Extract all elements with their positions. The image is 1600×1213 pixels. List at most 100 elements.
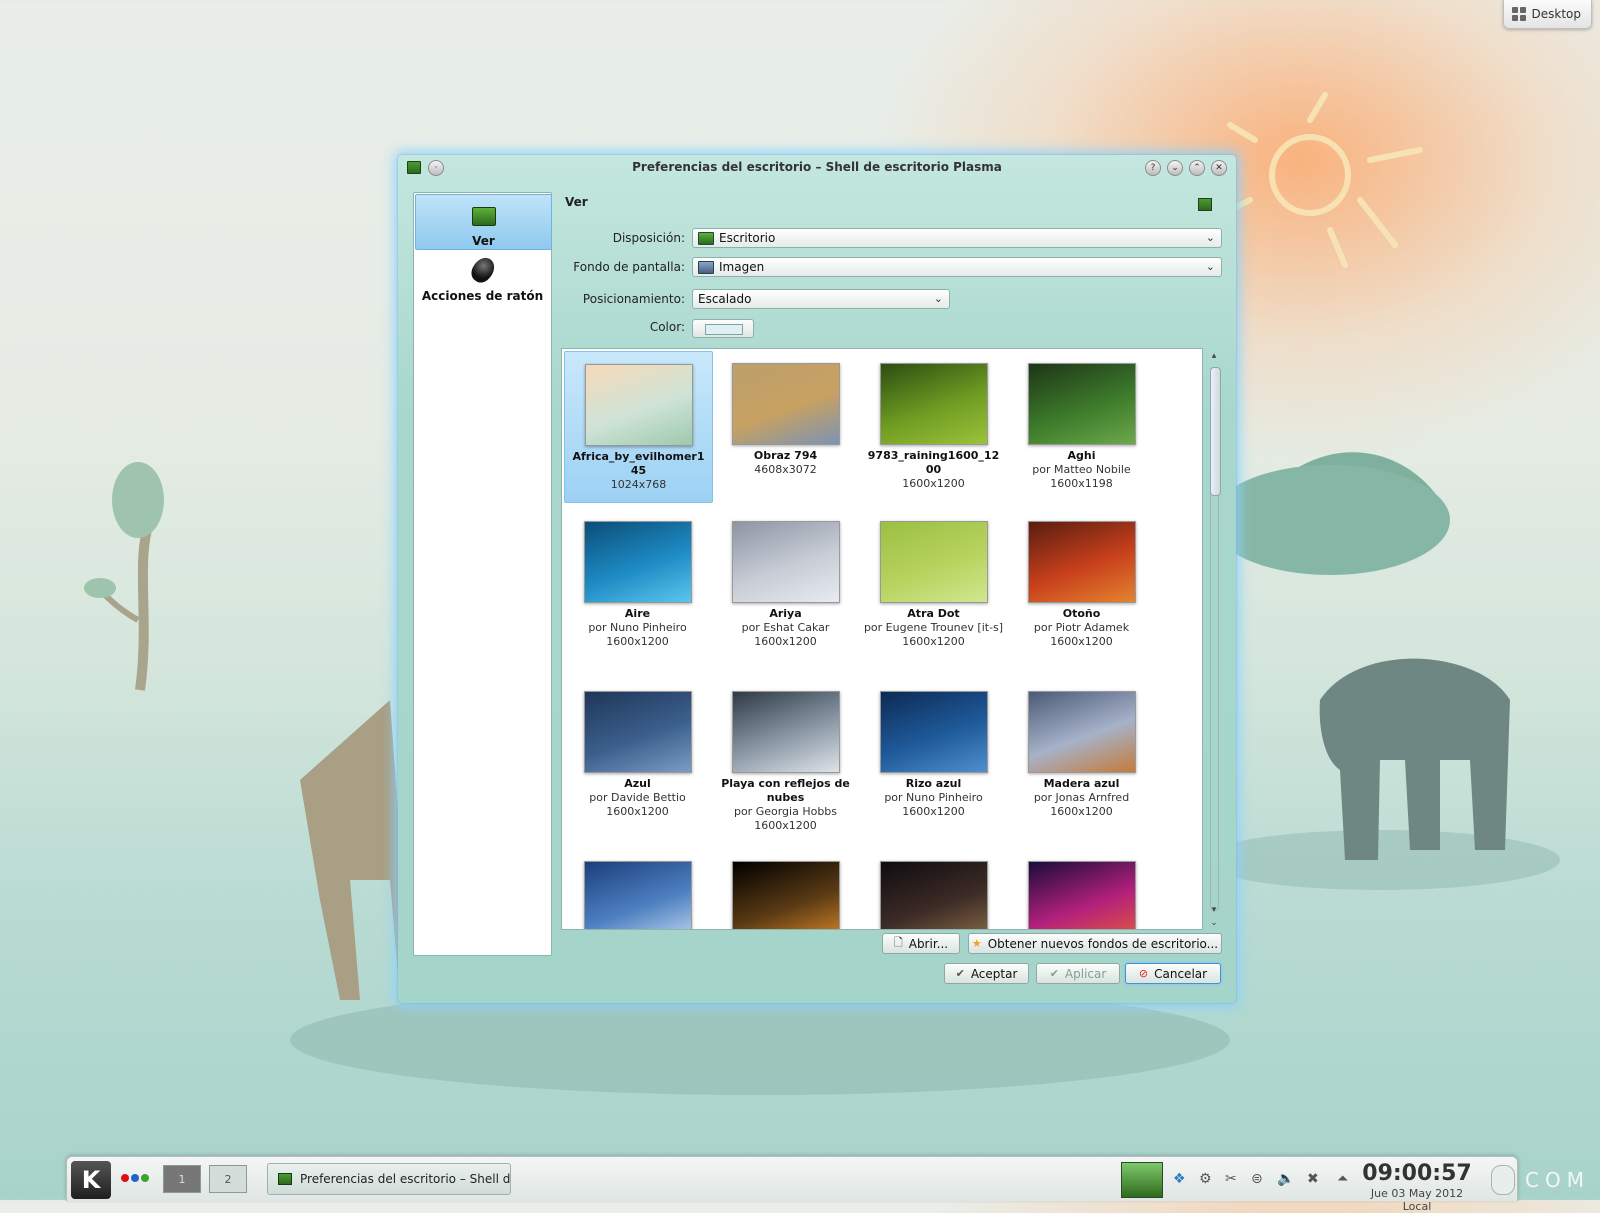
panel-toolbox-button[interactable]: [1491, 1165, 1515, 1195]
image-icon: [698, 260, 714, 274]
wallpaper-tile[interactable]: Aghi por Matteo Nobile 1600x1198: [1008, 351, 1155, 491]
chevron-down-icon: ⌄: [1205, 260, 1215, 273]
scroll-down-icon[interactable]: ▾: [1208, 905, 1220, 915]
dropbox-icon[interactable]: ❖: [1173, 1171, 1186, 1187]
desktop-icon: [698, 231, 714, 245]
wallpaper-tile[interactable]: [860, 849, 1007, 929]
pager-desktop-2[interactable]: 2: [209, 1165, 247, 1193]
wallpaper-author: por Jonas Arnfred: [1033, 791, 1130, 804]
wallpaper-tile[interactable]: [1008, 849, 1155, 929]
wallpaper-tile[interactable]: 9783_raining1600_12 00 1600x1200: [860, 351, 1007, 491]
positioning-combobox[interactable]: Escalado ⌄: [692, 289, 950, 309]
help-button[interactable]: ?: [1145, 160, 1161, 176]
wallpaper-tile[interactable]: Playa con reflejos de nubes por Georgia H…: [712, 679, 859, 832]
scrollbar-thumb[interactable]: [1210, 367, 1221, 496]
wallpaper-name: Rizo azul: [905, 777, 962, 790]
scroll-up-icon[interactable]: ▴: [1208, 351, 1220, 361]
expand-tray-icon[interactable]: ⏶: [1337, 1171, 1348, 1187]
wallpaper-resolution: 1600x1200: [1050, 635, 1113, 648]
wallpaper-tile[interactable]: Azul por Davide Bettio 1600x1200: [564, 679, 711, 819]
digital-clock[interactable]: 09:00:57 Jue 03 May 2012 Local: [1357, 1161, 1477, 1213]
wallpaper-tile[interactable]: Rizo azul por Nuno Pinheiro 1600x1200: [860, 679, 1007, 819]
layout-value: Escritorio: [719, 231, 776, 245]
window-title: Preferencias del escritorio – Shell de e…: [632, 160, 1002, 174]
wallpaper-thumbnail: [879, 861, 988, 929]
wallpaper-thumbnail: [583, 691, 692, 773]
wallpaper-resolution: 1600x1200: [1050, 805, 1113, 818]
wallpaper-resolution: 1600x1200: [902, 805, 965, 818]
wallpaper-name: Africa_by_evilhomer1 45: [572, 450, 705, 477]
wallpaper-resolution: 1600x1198: [1050, 477, 1113, 490]
color-picker-button[interactable]: [692, 319, 754, 338]
sidebar-item-ver[interactable]: Ver: [415, 194, 552, 250]
window-titlebar[interactable]: · Preferencias del escritorio – Shell de…: [398, 155, 1236, 179]
task-label: Preferencias del escritorio – Shell de: [300, 1172, 511, 1186]
color-swatch: [705, 324, 743, 335]
open-button[interactable]: 🗋 Abrir...: [882, 933, 960, 954]
wallpaper-resolution: 1024x768: [610, 478, 667, 491]
wallpaper-author: por Eshat Cakar: [741, 621, 830, 634]
sidebar-item-mouse-actions[interactable]: Acciones de ratón: [415, 253, 550, 305]
apply-button[interactable]: ✔ Aplicar: [1036, 963, 1120, 984]
wallpaper-thumbnail: [583, 861, 692, 929]
network-tool-icon[interactable]: ⚙: [1199, 1171, 1212, 1187]
mouse-icon: [466, 253, 499, 287]
section-title: Ver: [565, 195, 588, 209]
wallpaper-combobox[interactable]: Imagen ⌄: [692, 257, 1222, 277]
desktop-settings-dialog: · Preferencias del escritorio – Shell de…: [398, 155, 1236, 1003]
task-button-desktop-settings[interactable]: Preferencias del escritorio – Shell de: [267, 1163, 511, 1195]
wallpaper-name: Playa con reflejos de nubes: [721, 777, 850, 804]
wallpaper-tile[interactable]: Madera azul por Jonas Arnfred 1600x1200: [1008, 679, 1155, 819]
desktop-toolbox-button[interactable]: Desktop: [1502, 0, 1592, 29]
volume-icon[interactable]: 🔈: [1277, 1171, 1294, 1187]
wallpaper-resolution: 1600x1200: [902, 635, 965, 648]
cancel-button[interactable]: ⊘ Cancelar: [1125, 963, 1221, 984]
close-tray-icon[interactable]: ✖: [1307, 1171, 1319, 1187]
pager-desktop-1[interactable]: 1: [163, 1165, 201, 1193]
wallpaper-thumbnail: [1027, 691, 1136, 773]
wallpaper-tile[interactable]: Aire por Nuno Pinheiro 1600x1200: [564, 509, 711, 649]
open-file-icon: 🗋: [893, 936, 903, 949]
wallpaper-tile[interactable]: Otoño por Piotr Adamek 1600x1200: [1008, 509, 1155, 649]
application-launcher-button[interactable]: K: [71, 1161, 111, 1199]
wallpaper-author: por Nuno Pinheiro: [588, 621, 687, 634]
close-button[interactable]: ✕: [1211, 160, 1227, 176]
wallpaper-preview-icon[interactable]: [1121, 1162, 1163, 1198]
wallpaper-thumbnail: [879, 521, 988, 603]
get-new-wallpapers-button[interactable]: ★ Obtener nuevos fondos de escritorio...: [968, 933, 1222, 954]
sidebar-item-label: Acciones de ratón: [421, 289, 544, 303]
activity-manager-icon[interactable]: [121, 1174, 149, 1182]
wallpaper-name: Aghi: [1067, 449, 1096, 462]
accept-label: Aceptar: [970, 966, 1018, 981]
wallpaper-name: Azul: [624, 777, 651, 790]
wallpaper-tile[interactable]: Atra Dot por Eugene Trounev [it-s] 1600x12…: [860, 509, 1007, 649]
wallpaper-author: por Georgia Hobbs: [733, 805, 838, 818]
accept-button[interactable]: ✔ Aceptar: [944, 963, 1029, 984]
wallpaper-tile[interactable]: Africa_by_evilhomer1 45 1024x768: [564, 351, 713, 503]
minimize-button[interactable]: ⌄: [1167, 160, 1183, 176]
wallpaper-tile[interactable]: [712, 849, 859, 929]
layout-combobox[interactable]: Escritorio ⌄: [692, 228, 1222, 248]
wallpaper-tile[interactable]: Obraz 794 4608x3072: [712, 351, 859, 491]
wallpaper-name: Madera azul: [1043, 777, 1120, 790]
wallpaper-name: Otoño: [1062, 607, 1101, 620]
wallpaper-name: Atra Dot: [907, 607, 960, 620]
wallpaper-thumbnail: [1027, 521, 1136, 603]
display-icon: [1198, 198, 1212, 211]
wallpaper-tile[interactable]: [564, 849, 711, 929]
get-new-label: Obtener nuevos fondos de escritorio...: [987, 936, 1219, 951]
wallpaper-value: Imagen: [719, 260, 765, 274]
wallpaper-label: Fondo de pantalla:: [573, 260, 685, 274]
cancel-label: Cancelar: [1154, 966, 1208, 981]
clock-date: Jue 03 May 2012 Local: [1370, 1187, 1464, 1213]
scissors-icon[interactable]: ✂: [1225, 1171, 1237, 1187]
color-label: Color:: [649, 320, 685, 334]
wallpaper-resolution: 1600x1200: [902, 477, 965, 490]
maximize-button[interactable]: ⌃: [1189, 160, 1205, 176]
wallpaper-tile[interactable]: Ariya por Eshat Cakar 1600x1200: [712, 509, 859, 649]
star-icon: ★: [971, 937, 982, 950]
network-icon[interactable]: ⊜: [1251, 1171, 1263, 1187]
scroll-down-icon[interactable]: ⌄: [1208, 918, 1220, 928]
sidebar-item-label: Ver: [472, 234, 495, 248]
wallpaper-resolution: 1600x1200: [606, 805, 669, 818]
